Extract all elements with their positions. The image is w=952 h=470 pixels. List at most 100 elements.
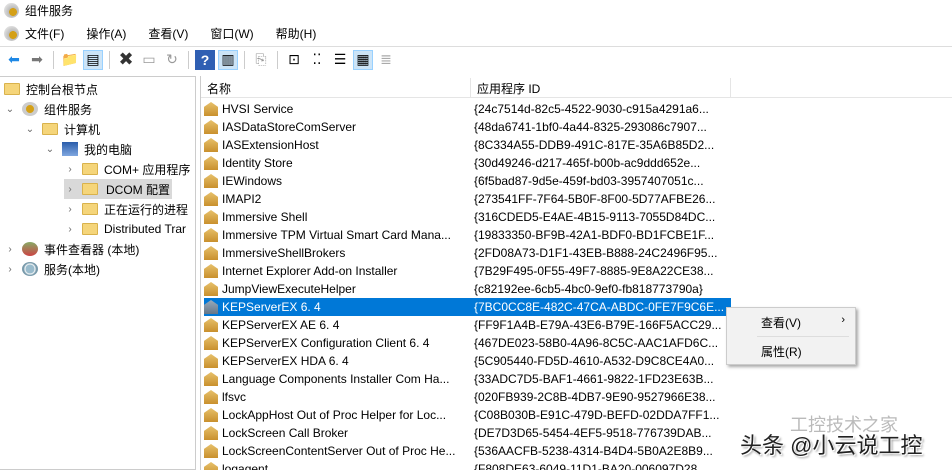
delete-icon[interactable]: ✖	[116, 49, 136, 70]
table-row[interactable]: IMAPI2 {273541FF-7F64-5B0F-8F00-5D77AFBE2…	[204, 190, 731, 208]
app-name: logagent	[222, 462, 269, 470]
menu-action[interactable]: 操作(A)	[86, 25, 126, 42]
app-id-cell: {7B29F495-0F55-49F7-8885-9E8A22CE38...	[474, 264, 714, 278]
context-menu: 查看(V) › 属性(R)	[726, 307, 856, 365]
chevron-right-icon[interactable]: ›	[64, 224, 76, 235]
menu-help[interactable]: 帮助(H)	[276, 25, 317, 42]
app-id-cell: {30d49246-d217-465f-b00b-ac9ddd652e...	[474, 156, 701, 170]
tree-item[interactable]: › DCOM 配置	[64, 179, 172, 199]
app-id-cell: {c82192ee-6cb5-4bc0-9ef0-fb818773790a}	[474, 282, 703, 296]
name-cell: KEPServerEX 6. 4	[204, 300, 473, 314]
table-row[interactable]: JumpViewExecuteHelper {c82192ee-6cb5-4bc0…	[204, 280, 731, 298]
app-name: lfsvc	[222, 390, 246, 404]
name-cell: lfsvc	[204, 390, 473, 404]
app-id-cell: {6f5bad87-9d5e-459f-bd03-3957407051c...	[474, 174, 704, 188]
column-header-app-id[interactable]: 应用程序 ID	[471, 78, 731, 98]
table-row[interactable]: Internet Explorer Add-on Installer {7B29F…	[204, 262, 731, 280]
table-row[interactable]: IASExtensionHost {8C334A55-DDB9-491C-817E…	[204, 136, 731, 154]
app-id-cell: {24c7514d-82c5-4522-9030-c915a4291a6...	[474, 102, 709, 116]
app-name: LockAppHost Out of Proc Helper for Loc..…	[222, 408, 447, 422]
properties-icon[interactable]: ▭	[139, 50, 159, 70]
back-arrow-icon[interactable]: ⬅	[4, 50, 24, 70]
dcom-app-icon	[204, 390, 218, 404]
app-name: Internet Explorer Add-on Installer	[222, 264, 398, 278]
table-row[interactable]: Immersive TPM Virtual Smart Card Mana...…	[204, 226, 731, 244]
chevron-down-icon[interactable]: ⌄	[44, 144, 56, 155]
chevron-right-icon[interactable]: ›	[64, 204, 76, 215]
column-header-name[interactable]: 名称	[201, 78, 471, 98]
toolbar-divider	[109, 50, 110, 69]
table-row[interactable]: IASDataStoreComServer {48da6741-1bf0-4a44…	[204, 118, 731, 136]
dcom-app-icon	[204, 156, 218, 170]
tree-item[interactable]: › COM+ 应用程序	[64, 159, 190, 179]
small-icons-view-icon[interactable]: ⁚⁚	[307, 50, 327, 70]
forward-arrow-icon[interactable]: ➡	[27, 50, 47, 70]
tree-item[interactable]: ⌄ 我的电脑	[44, 139, 132, 159]
tree-item[interactable]: › Distributed Trar	[64, 219, 186, 239]
chevron-right-icon[interactable]: ›	[64, 184, 76, 195]
name-cell: Identity Store	[204, 156, 473, 170]
tree-item[interactable]: ⌄ 组件服务	[4, 99, 92, 119]
dcom-app-icon	[204, 246, 218, 260]
app-name: LockScreen Call Broker	[222, 426, 349, 440]
tree-item[interactable]: 控制台根节点	[4, 79, 98, 99]
table-row[interactable]: KEPServerEX Configuration Client 6. 4 {46…	[204, 334, 731, 352]
app-id-cell: {8C334A55-DDB9-491C-817E-35A6B85D2...	[474, 138, 715, 152]
app-id-cell: {FF9F1A4B-E79A-43E6-B79E-166F5ACC29...	[474, 318, 722, 332]
table-row[interactable]: ImmersiveShellBrokers {2FD08A73-D1F1-43EB…	[204, 244, 731, 262]
dcom-app-icon	[204, 120, 218, 134]
name-cell: Immersive Shell	[204, 210, 473, 224]
chevron-down-icon[interactable]: ⌄	[4, 104, 16, 115]
tree-item-label: 计算机	[64, 122, 101, 137]
tree-item[interactable]: ⌄ 计算机	[24, 119, 100, 139]
context-menu-properties[interactable]: 属性(R)	[761, 341, 802, 361]
dcom-app-icon	[204, 408, 218, 422]
chevron-right-icon[interactable]: ›	[4, 264, 16, 275]
table-row[interactable]: KEPServerEX AE 6. 4 {FF9F1A4B-E79A-43E6-B…	[204, 316, 731, 334]
menu-file[interactable]: 文件(F)	[25, 25, 64, 42]
table-row[interactable]: KEPServerEX 6. 4 {7BC0CC8E-482C-47CA-ABDC…	[204, 298, 731, 316]
table-row[interactable]: logagent {F808DE63-6049-11D1-BA20-006097D…	[204, 460, 731, 470]
tree-item[interactable]: › 正在运行的进程	[64, 199, 188, 219]
tree-item[interactable]: › 服务(本地)	[4, 259, 100, 279]
show-action-pane-icon[interactable]: ▥	[218, 49, 238, 70]
app-id-cell: {F808DE63-6049-11D1-BA20-006097D28...	[474, 462, 708, 470]
detail-view-icon[interactable]: ▦	[353, 49, 373, 70]
chevron-right-icon[interactable]: ›	[4, 244, 16, 255]
table-row[interactable]: LockAppHost Out of Proc Helper for Loc..…	[204, 406, 731, 424]
help-icon[interactable]: ?	[195, 49, 215, 70]
dcom-app-icon	[204, 444, 218, 458]
table-row[interactable]: LockScreenContentServer Out of Proc He..…	[204, 442, 731, 460]
table-row[interactable]: LockScreen Call Broker {DE7D3D65-5454-4EF…	[204, 424, 731, 442]
app-id-cell: {020FB939-2C8B-4DB7-9E90-9527966E38...	[474, 390, 716, 404]
dcom-app-icon	[204, 174, 218, 188]
folder-icon	[42, 123, 58, 135]
name-cell: ImmersiveShellBrokers	[204, 246, 473, 260]
table-row[interactable]: Immersive Shell {316CDED5-E4AE-4B15-9113-…	[204, 208, 731, 226]
app-name: IASExtensionHost	[222, 138, 319, 152]
system-menu-icon[interactable]	[4, 25, 19, 41]
chevron-right-icon[interactable]: ›	[64, 164, 76, 175]
table-row[interactable]: Language Components Installer Com Ha... {…	[204, 370, 731, 388]
name-cell: IMAPI2	[204, 192, 473, 206]
table-row[interactable]: KEPServerEX HDA 6. 4 {5C905440-FD5D-4610-…	[204, 352, 731, 370]
refresh-icon[interactable]: ↻	[162, 50, 182, 70]
name-cell: KEPServerEX HDA 6. 4	[204, 354, 473, 368]
export-list-icon[interactable]: ⎘	[251, 50, 271, 70]
up-folder-icon[interactable]: 📁	[60, 50, 80, 70]
large-icons-view-icon[interactable]: ⊡	[284, 50, 304, 70]
dcom-app-icon	[204, 210, 218, 224]
table-row[interactable]: Identity Store {30d49246-d217-465f-b00b-a…	[204, 154, 731, 172]
table-row[interactable]: IEWindows {6f5bad87-9d5e-459f-bd03-395740…	[204, 172, 731, 190]
context-menu-view[interactable]: 查看(V)	[761, 312, 801, 332]
app-name: KEPServerEX HDA 6. 4	[222, 354, 349, 368]
menu-view[interactable]: 查看(V)	[148, 25, 188, 42]
chevron-down-icon[interactable]: ⌄	[24, 124, 36, 135]
list-view-icon[interactable]: ☰	[330, 50, 350, 70]
table-row[interactable]: HVSI Service {24c7514d-82c5-4522-9030-c91…	[204, 100, 731, 118]
status-view-icon[interactable]: ≣	[376, 50, 396, 70]
table-row[interactable]: lfsvc {020FB939-2C8B-4DB7-9E90-9527966E38…	[204, 388, 731, 406]
show-hide-tree-icon[interactable]: ▤	[83, 49, 103, 70]
tree-item[interactable]: › 事件查看器 (本地)	[4, 239, 139, 259]
menu-window[interactable]: 窗口(W)	[210, 25, 253, 42]
